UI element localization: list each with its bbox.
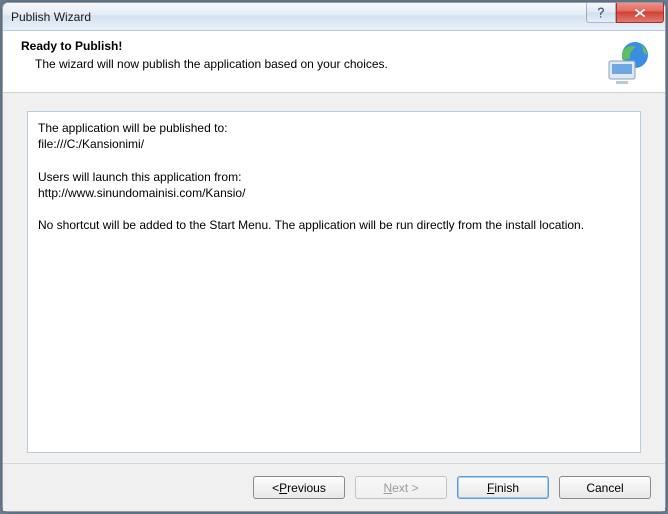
close-icon bbox=[634, 8, 646, 18]
publish-icon bbox=[603, 39, 651, 87]
next-button: Next > bbox=[355, 476, 447, 499]
summary-text: The application will be published to: fi… bbox=[27, 111, 641, 453]
page-title: Ready to Publish! bbox=[21, 39, 603, 53]
button-row: < Previous Next > Finish Cancel bbox=[3, 463, 665, 511]
cancel-button[interactable]: Cancel bbox=[559, 476, 651, 499]
finish-button[interactable]: Finish bbox=[457, 476, 549, 499]
dialog-window: Publish Wizard Ready to Publish! The wiz… bbox=[2, 2, 666, 512]
help-icon bbox=[596, 7, 606, 19]
wizard-content: The application will be published to: fi… bbox=[3, 93, 665, 463]
wizard-header-text: Ready to Publish! The wizard will now pu… bbox=[21, 39, 603, 71]
help-button[interactable] bbox=[586, 3, 616, 23]
previous-button[interactable]: < Previous bbox=[253, 476, 345, 499]
wizard-header: Ready to Publish! The wizard will now pu… bbox=[3, 31, 665, 93]
close-button[interactable] bbox=[616, 3, 664, 23]
window-title: Publish Wizard bbox=[11, 10, 91, 24]
titlebar-buttons bbox=[586, 3, 664, 23]
titlebar[interactable]: Publish Wizard bbox=[3, 3, 665, 31]
page-subtitle: The wizard will now publish the applicat… bbox=[21, 57, 603, 71]
